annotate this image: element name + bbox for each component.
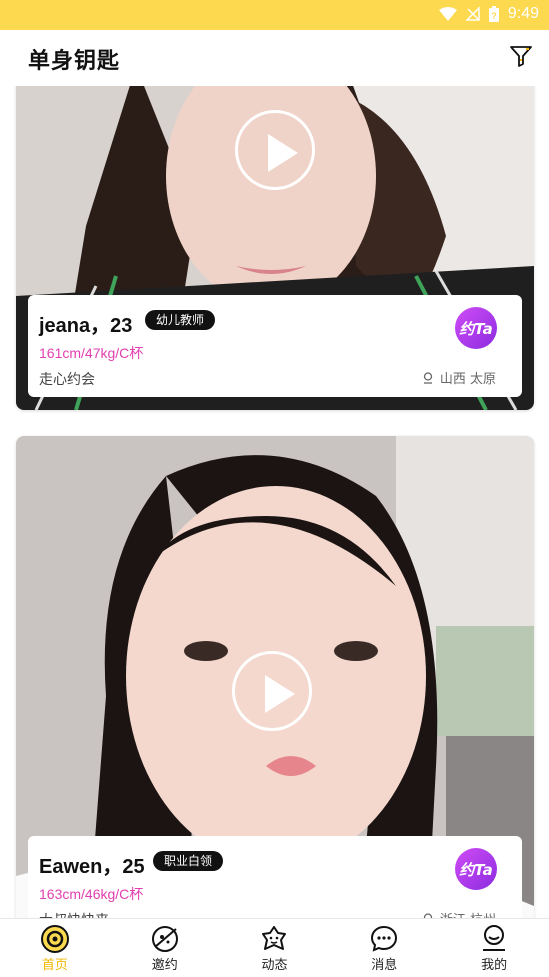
profile-card[interactable]: jeana，23 幼儿教师 161cm/47kg/C杯 走心约会 山西 太原 约… [16, 86, 534, 410]
profile-name-age: Eawen，25 [39, 856, 145, 878]
profile-location: 浙江 杭州 [423, 909, 496, 918]
occupation-badge: 职业白领 [153, 851, 224, 871]
location-pin-icon [423, 371, 433, 384]
tab-label: 我的 [481, 958, 508, 973]
tab-mine[interactable]: 我的 [439, 919, 549, 977]
tab-label: 消息 [371, 958, 398, 973]
tab-moments[interactable]: 动态 [220, 919, 330, 977]
filter-icon[interactable] [509, 44, 533, 68]
wifi-icon [438, 7, 457, 21]
tab-label: 动态 [261, 958, 288, 973]
play-video-button[interactable] [235, 110, 315, 190]
message-icon [371, 925, 398, 952]
profile-stats: 163cm/46kg/C杯 [39, 886, 144, 902]
profile-location: 山西 太原 [423, 368, 496, 387]
profile-icon [483, 925, 506, 951]
location-text: 山西 太原 [439, 372, 496, 387]
planet-icon [151, 926, 178, 952]
location-text: 浙江 杭州 [440, 909, 496, 918]
play-video-button[interactable] [232, 651, 312, 731]
tab-home[interactable]: 首页 [0, 919, 110, 977]
tab-messages[interactable]: 消息 [329, 919, 439, 977]
app-title: 单身钥匙 [28, 49, 121, 74]
battery-icon: ? [488, 6, 499, 22]
profile-description: 大叔快快来 [39, 910, 109, 918]
svg-text:?: ? [491, 11, 497, 21]
profile-stats: 161cm/47kg/C杯 [39, 345, 144, 361]
profile-card[interactable]: Eawen，25 职业白领 163cm/46kg/C杯 大叔快快来 浙江 杭州 … [16, 436, 534, 918]
date-her-button[interactable]: 约Ta [455, 848, 497, 890]
profile-description: 走心约会 [39, 372, 95, 388]
bottom-tab-bar: 首页 邀约 动态 消息 我的 [0, 918, 549, 977]
profile-info-panel[interactable]: jeana，23 幼儿教师 161cm/47kg/C杯 走心约会 山西 太原 约… [28, 295, 522, 397]
occupation-badge: 幼儿教师 [145, 310, 216, 330]
profile-name-age: jeana，23 [39, 315, 133, 337]
tab-invite[interactable]: 邀约 [110, 919, 220, 977]
profile-info-panel[interactable]: Eawen，25 职业白领 163cm/46kg/C杯 大叔快快来 浙江 杭州 … [28, 836, 522, 918]
status-bar: ? 9:49 [0, 0, 549, 30]
home-icon [40, 925, 69, 953]
date-her-button[interactable]: 约Ta [455, 307, 497, 349]
tab-label: 首页 [41, 958, 68, 973]
status-time: 9:49 [507, 5, 539, 22]
feed-list[interactable]: jeana，23 幼儿教师 161cm/47kg/C杯 走心约会 山西 太原 约… [0, 86, 549, 918]
no-signal-icon [465, 7, 480, 21]
tab-label: 邀约 [151, 958, 178, 973]
app-bar: 单身钥匙 [0, 30, 549, 86]
moments-icon [262, 926, 287, 950]
